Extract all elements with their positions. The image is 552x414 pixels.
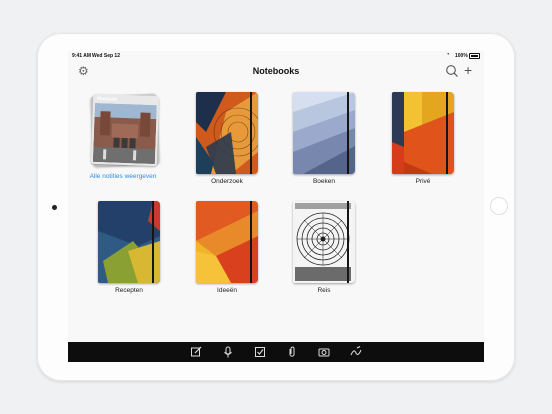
bottom-toolbar bbox=[68, 342, 484, 362]
notebook-label: Reis bbox=[317, 287, 331, 294]
notebook-band bbox=[151, 201, 154, 283]
home-button[interactable] bbox=[490, 197, 508, 215]
notebook-label: Recepten bbox=[115, 287, 143, 294]
camera-icon[interactable] bbox=[318, 345, 330, 359]
battery-icon bbox=[469, 53, 480, 59]
notebook-band bbox=[346, 201, 349, 283]
search-icon[interactable] bbox=[445, 64, 459, 78]
battery-percentage: 100% bbox=[455, 53, 468, 59]
museum-photo bbox=[92, 102, 157, 165]
app-screen: 9:41 AM Wed Sep 12 ◔ 100% ⚙ Notebooks + … bbox=[68, 51, 484, 362]
notebook-cover bbox=[392, 92, 454, 174]
attachment-icon[interactable] bbox=[286, 345, 298, 359]
sketch-icon[interactable] bbox=[350, 345, 362, 359]
photo-stack-front: Museum bbox=[90, 93, 160, 167]
plus-icon[interactable]: + bbox=[464, 63, 472, 77]
notebook-cover bbox=[293, 201, 355, 283]
notebook-label: Privé bbox=[415, 178, 431, 185]
compose-icon[interactable] bbox=[190, 345, 202, 359]
notebook-label: Boeken bbox=[312, 178, 336, 185]
notebook-cover bbox=[293, 92, 355, 174]
notebook-label: Onderzoek bbox=[211, 178, 243, 185]
notebook-band bbox=[445, 92, 448, 174]
notebook-cover bbox=[196, 201, 258, 283]
page-title: Notebooks bbox=[252, 66, 300, 76]
museum-card-title: Museum bbox=[96, 96, 118, 103]
navigation-bar: ⚙ Notebooks + bbox=[68, 61, 484, 87]
notebook-label: Ideeën bbox=[217, 287, 237, 294]
front-camera bbox=[52, 205, 57, 210]
notebook-band bbox=[346, 92, 349, 174]
status-date: Wed Sep 12 bbox=[92, 53, 120, 59]
microphone-icon[interactable] bbox=[222, 345, 234, 359]
notebook-band bbox=[249, 92, 252, 174]
status-bar: 9:41 AM Wed Sep 12 ◔ 100% bbox=[68, 51, 484, 61]
notebook-cover bbox=[98, 201, 160, 283]
status-time: 9:41 AM bbox=[72, 53, 91, 59]
notebook-band bbox=[249, 201, 252, 283]
checkbox-icon[interactable] bbox=[254, 345, 266, 359]
notebook-cover bbox=[196, 92, 258, 174]
notebook-label: Alle notities weergeven bbox=[89, 173, 157, 180]
wifi-icon: ◔ bbox=[446, 52, 450, 58]
